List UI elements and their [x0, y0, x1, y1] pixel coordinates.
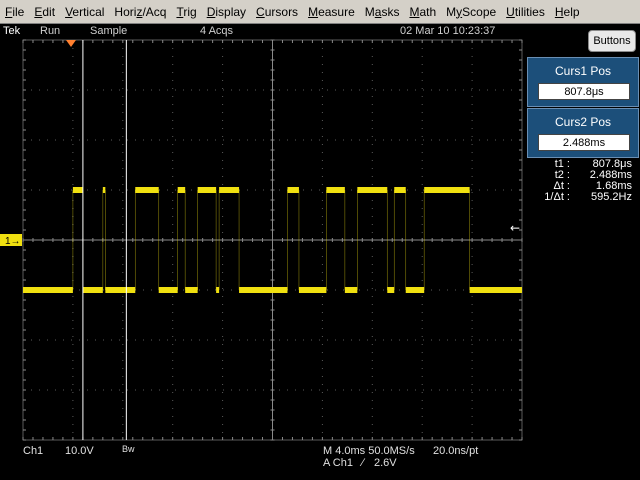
trace-high-segment [357, 187, 388, 193]
trace-low-segment [158, 287, 178, 293]
trace-high-segment [72, 187, 83, 193]
trace-high-segment [424, 187, 470, 193]
trace-low-segment [405, 287, 425, 293]
ch1-marker-label: 1→ [5, 236, 21, 247]
trigger-level-icon: ← [510, 221, 520, 235]
trace-low-segment [185, 287, 198, 293]
trigger-position-icon [66, 40, 76, 47]
waveform-display[interactable]: 1→ ← [0, 0, 640, 480]
bottom-status-bar: Ch1 10.0V Bw M 4.0ms 50.0MS/s 20.0ns/pt … [0, 442, 526, 480]
trace-low-segment [105, 287, 136, 293]
bandwidth-limit: Bw [122, 444, 135, 454]
channel-label: Ch1 [23, 445, 44, 457]
trace-low-segment [82, 287, 103, 293]
markers: 1→ ← [0, 40, 520, 247]
trace-low-segment [298, 287, 327, 293]
trace-low-segment [344, 287, 358, 293]
trace-high-segment [219, 187, 240, 193]
timebase-setting: M 4.0ms 50.0MS/s [323, 445, 415, 457]
trigger-source: A Ch1 [323, 457, 353, 469]
graticule [22, 39, 523, 441]
vertical-scale: 10.0V [65, 445, 94, 457]
trace-high-segment [102, 187, 106, 193]
trace-low-segment [239, 287, 288, 293]
trace-high-segment [177, 187, 186, 193]
trace-high-segment [287, 187, 299, 193]
trigger-slope: ∕ [362, 457, 364, 469]
trace-low-segment [387, 287, 395, 293]
trace-high-segment [135, 187, 159, 193]
trace-low-segment [216, 287, 220, 293]
trace-low-segment [469, 287, 522, 293]
trace-low-segment [23, 287, 73, 293]
trigger-level: 2.6V [374, 457, 397, 469]
trace-high-segment [197, 187, 217, 193]
trace-high-segment [394, 187, 406, 193]
sample-interval: 20.0ns/pt [433, 445, 479, 457]
trace-high-segment [326, 187, 345, 193]
